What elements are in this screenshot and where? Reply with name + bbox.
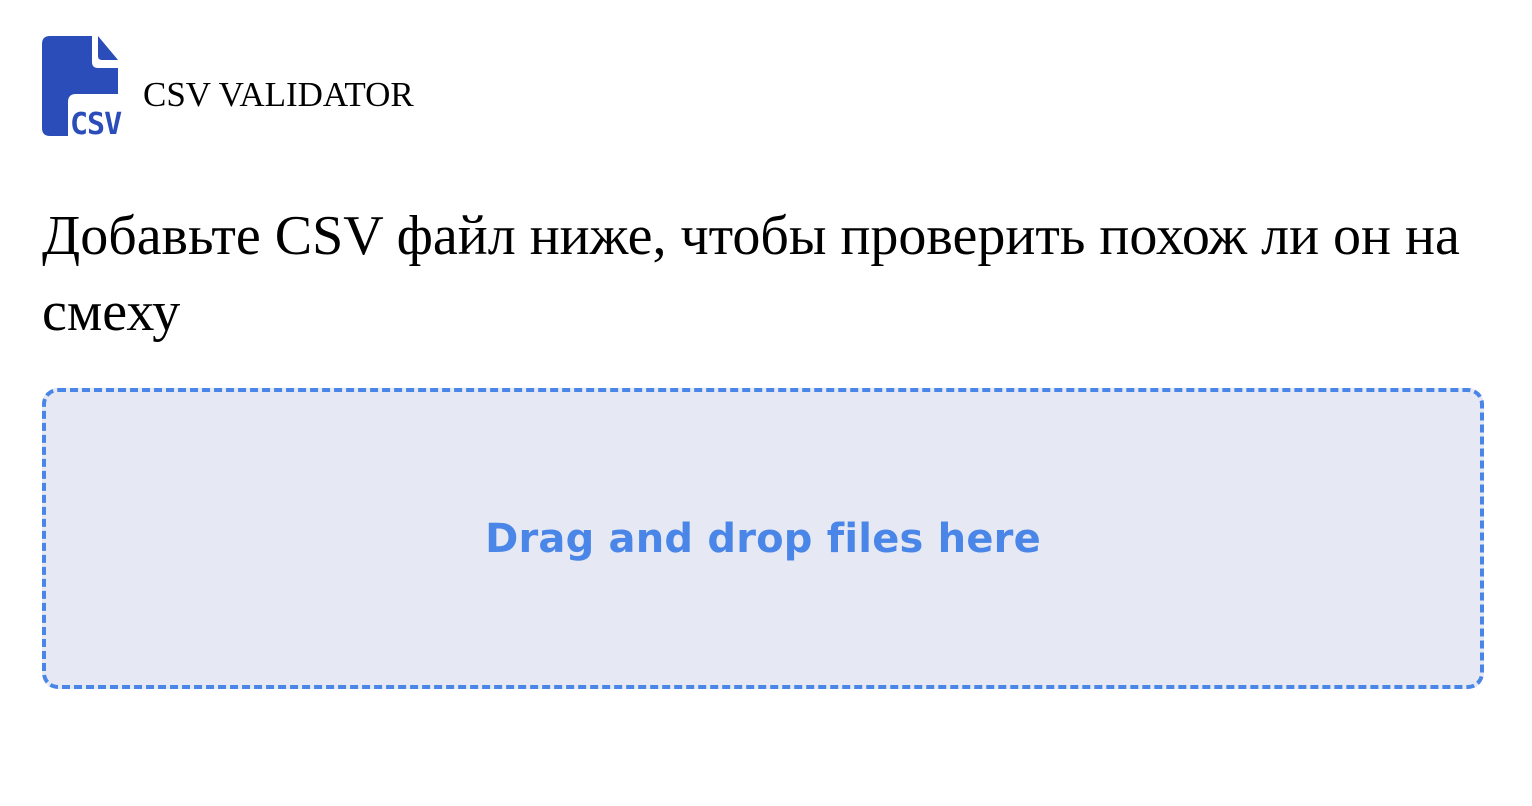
brand-name: CSV VALIDATOR: [143, 75, 414, 114]
logo-text: CSV: [70, 107, 122, 136]
dropzone-label: Drag and drop files here: [485, 515, 1041, 562]
file-dropzone[interactable]: Drag and drop files here: [42, 388, 1484, 689]
csv-file-icon: CSV: [42, 36, 123, 136]
header: CSV CSV VALIDATOR: [42, 36, 414, 136]
page: CSV CSV VALIDATOR Добавьте CSV файл ниже…: [0, 0, 1532, 806]
page-title: Добавьте CSV файл ниже, чтобы проверить …: [42, 205, 1460, 343]
